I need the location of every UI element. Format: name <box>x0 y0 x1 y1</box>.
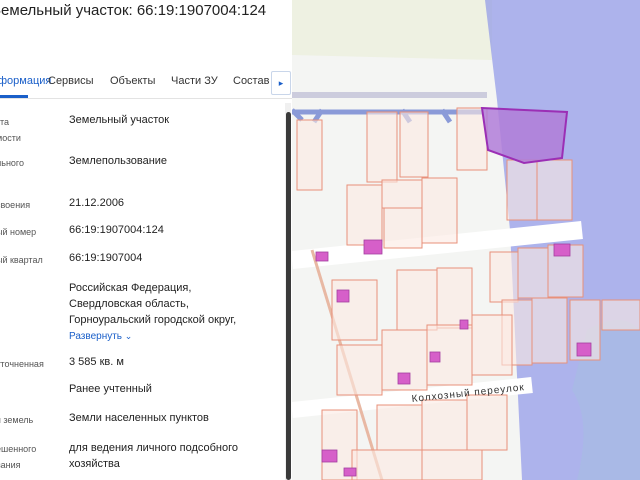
parcel[interactable] <box>421 449 483 480</box>
field-label-cadastral-number: ый номер <box>0 227 37 237</box>
field-value-permitted-use-line-2: хозяйства <box>69 458 120 470</box>
parcel[interactable] <box>376 404 423 451</box>
field-label-area: уточненная <box>0 359 44 369</box>
info-panel: Земельный участок: 66:19:1907004:124 Инф… <box>0 0 292 480</box>
tab-parts[interactable]: Части ЗУ <box>171 75 218 87</box>
building[interactable] <box>343 467 357 477</box>
building[interactable] <box>363 239 383 255</box>
field-value-address-line-1: Российская Федерация, <box>69 282 192 294</box>
field-value-permitted-use-line-1: для ведения личного подсобного <box>69 442 239 454</box>
field-value-parcel-type: Землепользование <box>69 155 168 167</box>
chevron-down-icon: ⌄ <box>124 331 133 341</box>
parcel[interactable] <box>421 399 468 451</box>
building[interactable] <box>576 342 592 357</box>
parcel[interactable] <box>346 184 383 246</box>
field-value-area: 3 585 кв. м <box>69 356 124 368</box>
building[interactable] <box>397 372 411 385</box>
tab-information[interactable]: Информация <box>0 75 51 87</box>
parcel[interactable] <box>436 267 473 329</box>
map-canvas[interactable]: Колхозный переулок <box>292 0 640 480</box>
parcel[interactable] <box>383 207 423 249</box>
tab-composition[interactable]: Состав <box>233 75 269 87</box>
field-label-permitted-use-1: ешенного <box>0 444 37 454</box>
parcel[interactable] <box>296 119 323 191</box>
parcel[interactable] <box>471 314 513 376</box>
parcel[interactable] <box>381 179 423 209</box>
field-value-address-line-3: Горноуральский городской округ, <box>69 314 237 326</box>
field-label-object-type-2: мости <box>0 133 21 143</box>
building[interactable] <box>336 289 350 303</box>
parcel[interactable] <box>351 449 423 480</box>
parcel[interactable] <box>421 177 458 244</box>
building[interactable] <box>321 449 338 463</box>
parcel[interactable] <box>506 159 538 221</box>
field-value-address-line-2: Свердловская область, <box>69 298 189 310</box>
field-label-assign-date: своения <box>0 200 31 210</box>
panel-title: Земельный участок: 66:19:1907004:124 <box>0 2 267 19</box>
tabs-next-button[interactable]: ▸ <box>271 71 291 95</box>
field-value-assign-date: 21.12.2006 <box>69 197 125 209</box>
active-tab-indicator <box>0 95 28 98</box>
parcel[interactable] <box>536 159 573 221</box>
parcel[interactable] <box>466 394 508 451</box>
field-label-parcel-type: льного <box>0 158 25 168</box>
parcel[interactable] <box>517 247 549 299</box>
building[interactable] <box>429 351 441 363</box>
building[interactable] <box>459 319 469 330</box>
address-expand-label: Развернуть <box>69 331 123 342</box>
tab-services[interactable]: Сервисы <box>48 75 94 87</box>
field-value-cadastral-number: 66:19:1907004:124 <box>69 224 164 236</box>
field-label-object-type-1: кта <box>0 117 10 127</box>
field-value-object-type: Земельный участок <box>69 114 170 126</box>
address-expand-link[interactable]: Развернуть ⌄ <box>69 331 132 342</box>
parcel[interactable] <box>366 111 398 183</box>
field-label-land-category: я земель <box>0 415 34 425</box>
building[interactable] <box>315 251 329 262</box>
parcel[interactable] <box>399 111 429 178</box>
cadastral-map[interactable]: Колхозный переулок <box>292 0 640 480</box>
field-area <box>292 0 492 60</box>
panel-scrollbar-thumb[interactable] <box>286 112 291 480</box>
field-value-land-category: Земли населенных пунктов <box>69 412 209 424</box>
parcel[interactable] <box>331 279 378 341</box>
parcel[interactable] <box>489 251 519 303</box>
parcel[interactable] <box>396 269 438 331</box>
field-value-cadastral-quarter: 66:19:1907004 <box>69 252 143 264</box>
tab-objects[interactable]: Объекты <box>110 75 155 87</box>
parcel[interactable] <box>336 344 383 396</box>
field-value-status: Ранее учтенный <box>69 383 152 395</box>
parcel[interactable] <box>601 299 640 331</box>
parcel[interactable] <box>531 297 568 364</box>
tab-bar: Информация Сервисы Объекты Части ЗУ Сост… <box>0 66 292 99</box>
field-label-permitted-use-2: вания <box>0 460 21 470</box>
building[interactable] <box>553 243 571 257</box>
field-label-cadastral-quarter: ый квартал <box>0 255 43 265</box>
